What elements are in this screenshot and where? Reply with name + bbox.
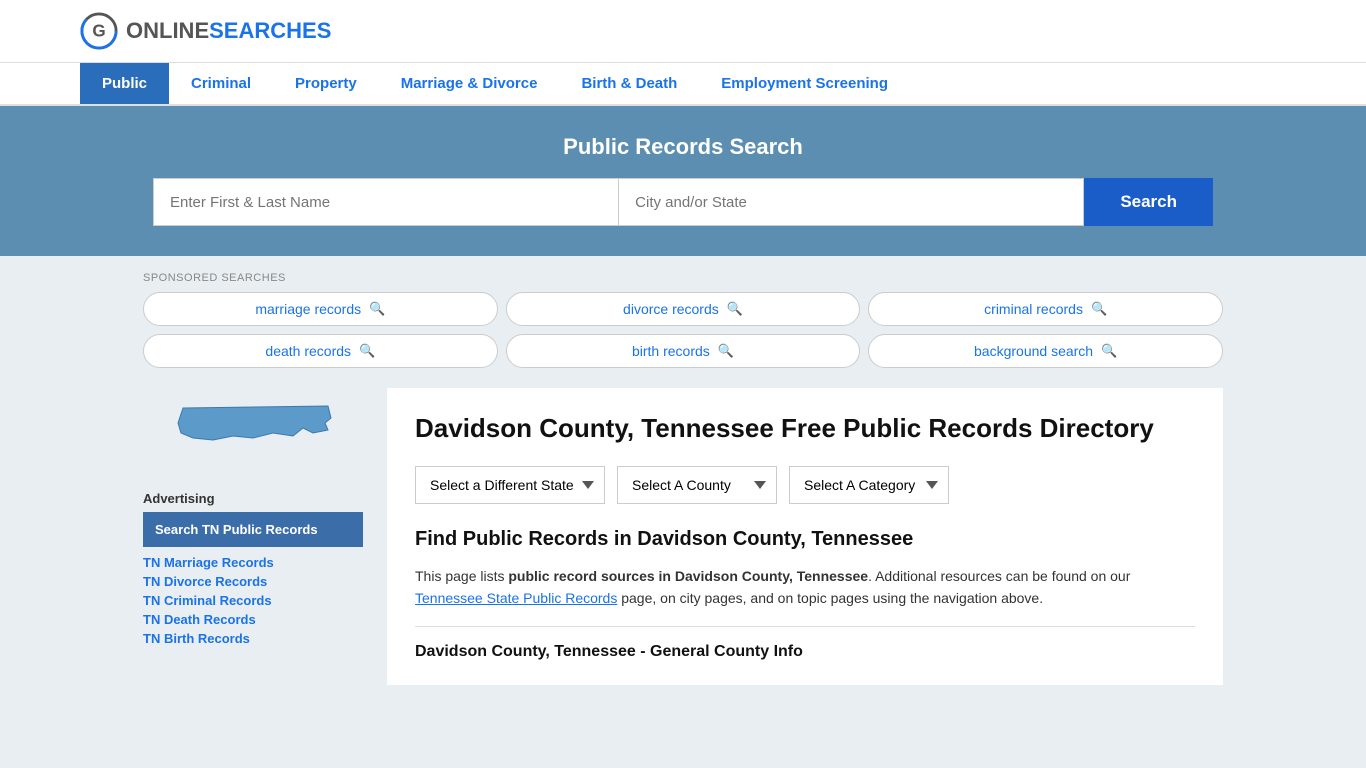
find-records-title: Find Public Records in Davidson County, … (415, 528, 1195, 551)
sidebar-ad-button[interactable]: Search TN Public Records (143, 512, 363, 547)
search-icon-3: 🔍 (1091, 301, 1107, 317)
sponsored-divorce-label: divorce records (623, 301, 719, 317)
sponsored-marriage-label: marriage records (255, 301, 361, 317)
search-form: Search (153, 178, 1213, 226)
main-nav: Public Criminal Property Marriage & Divo… (0, 63, 1366, 106)
header: G ONLINE SEARCHES (0, 0, 1366, 63)
location-input[interactable] (618, 178, 1084, 226)
sidebar-link-divorce[interactable]: TN Divorce Records (143, 574, 363, 589)
search-icon-1: 🔍 (369, 301, 385, 317)
desc-part2: . Additional resources can be found on o… (868, 568, 1130, 584)
name-input[interactable] (153, 178, 618, 226)
search-icon-4: 🔍 (359, 343, 375, 359)
main-container: SPONSORED SEARCHES marriage records 🔍 di… (63, 256, 1303, 701)
general-info-title: Davidson County, Tennessee - General Cou… (415, 643, 1195, 661)
search-banner: Public Records Search Search (0, 106, 1366, 256)
sidebar: Advertising Search TN Public Records TN … (143, 388, 363, 685)
sponsored-criminal-label: criminal records (984, 301, 1083, 317)
sidebar-links: TN Marriage Records TN Divorce Records T… (143, 555, 363, 646)
sidebar-link-birth[interactable]: TN Birth Records (143, 631, 363, 646)
sponsored-birth[interactable]: birth records 🔍 (506, 334, 861, 368)
nav-item-criminal[interactable]: Criminal (169, 63, 273, 104)
nav-item-birth-death[interactable]: Birth & Death (559, 63, 699, 104)
sidebar-ad-label: Advertising (143, 491, 363, 506)
page-title: Davidson County, Tennessee Free Public R… (415, 412, 1195, 446)
sponsored-death[interactable]: death records 🔍 (143, 334, 498, 368)
sponsored-birth-label: birth records (632, 343, 710, 359)
state-shape (143, 388, 363, 471)
category-dropdown[interactable]: Select A Category (789, 466, 949, 504)
state-dropdown[interactable]: Select a Different State (415, 466, 605, 504)
logo-online-text: ONLINE (126, 18, 209, 44)
nav-item-marriage-divorce[interactable]: Marriage & Divorce (379, 63, 560, 104)
search-icon-5: 🔍 (718, 343, 734, 359)
sponsored-grid: marriage records 🔍 divorce records 🔍 cri… (143, 292, 1223, 368)
search-button[interactable]: Search (1084, 178, 1213, 226)
description-text: This page lists public record sources in… (415, 565, 1195, 610)
sponsored-background[interactable]: background search 🔍 (868, 334, 1223, 368)
section-divider (415, 626, 1195, 627)
sponsored-background-label: background search (974, 343, 1093, 359)
sidebar-link-marriage[interactable]: TN Marriage Records (143, 555, 363, 570)
dropdown-row: Select a Different State Select A County… (415, 466, 1195, 504)
county-dropdown[interactable]: Select A County (617, 466, 777, 504)
nav-item-employment[interactable]: Employment Screening (699, 63, 910, 104)
sponsored-label: SPONSORED SEARCHES (143, 272, 1223, 284)
search-banner-title: Public Records Search (80, 134, 1286, 160)
desc-link[interactable]: Tennessee State Public Records (415, 590, 617, 606)
desc-part1: This page lists (415, 568, 508, 584)
search-icon-2: 🔍 (727, 301, 743, 317)
search-icon-6: 🔍 (1101, 343, 1117, 359)
nav-item-property[interactable]: Property (273, 63, 379, 104)
logo-text: ONLINE SEARCHES (126, 18, 331, 44)
logo-icon: G (80, 12, 118, 50)
desc-bold: public record sources in Davidson County… (508, 568, 868, 584)
logo-area: G ONLINE SEARCHES (80, 12, 331, 50)
content-layout: Advertising Search TN Public Records TN … (143, 388, 1223, 685)
sidebar-link-criminal[interactable]: TN Criminal Records (143, 593, 363, 608)
svg-text:G: G (92, 22, 105, 41)
sidebar-link-death[interactable]: TN Death Records (143, 612, 363, 627)
sponsored-marriage[interactable]: marriage records 🔍 (143, 292, 498, 326)
logo-searches-text: SEARCHES (209, 18, 331, 44)
sponsored-criminal[interactable]: criminal records 🔍 (868, 292, 1223, 326)
main-content: Davidson County, Tennessee Free Public R… (387, 388, 1223, 685)
sponsored-divorce[interactable]: divorce records 🔍 (506, 292, 861, 326)
sponsored-death-label: death records (265, 343, 351, 359)
nav-item-public[interactable]: Public (80, 63, 169, 104)
desc-part3: page, on city pages, and on topic pages … (617, 590, 1043, 606)
